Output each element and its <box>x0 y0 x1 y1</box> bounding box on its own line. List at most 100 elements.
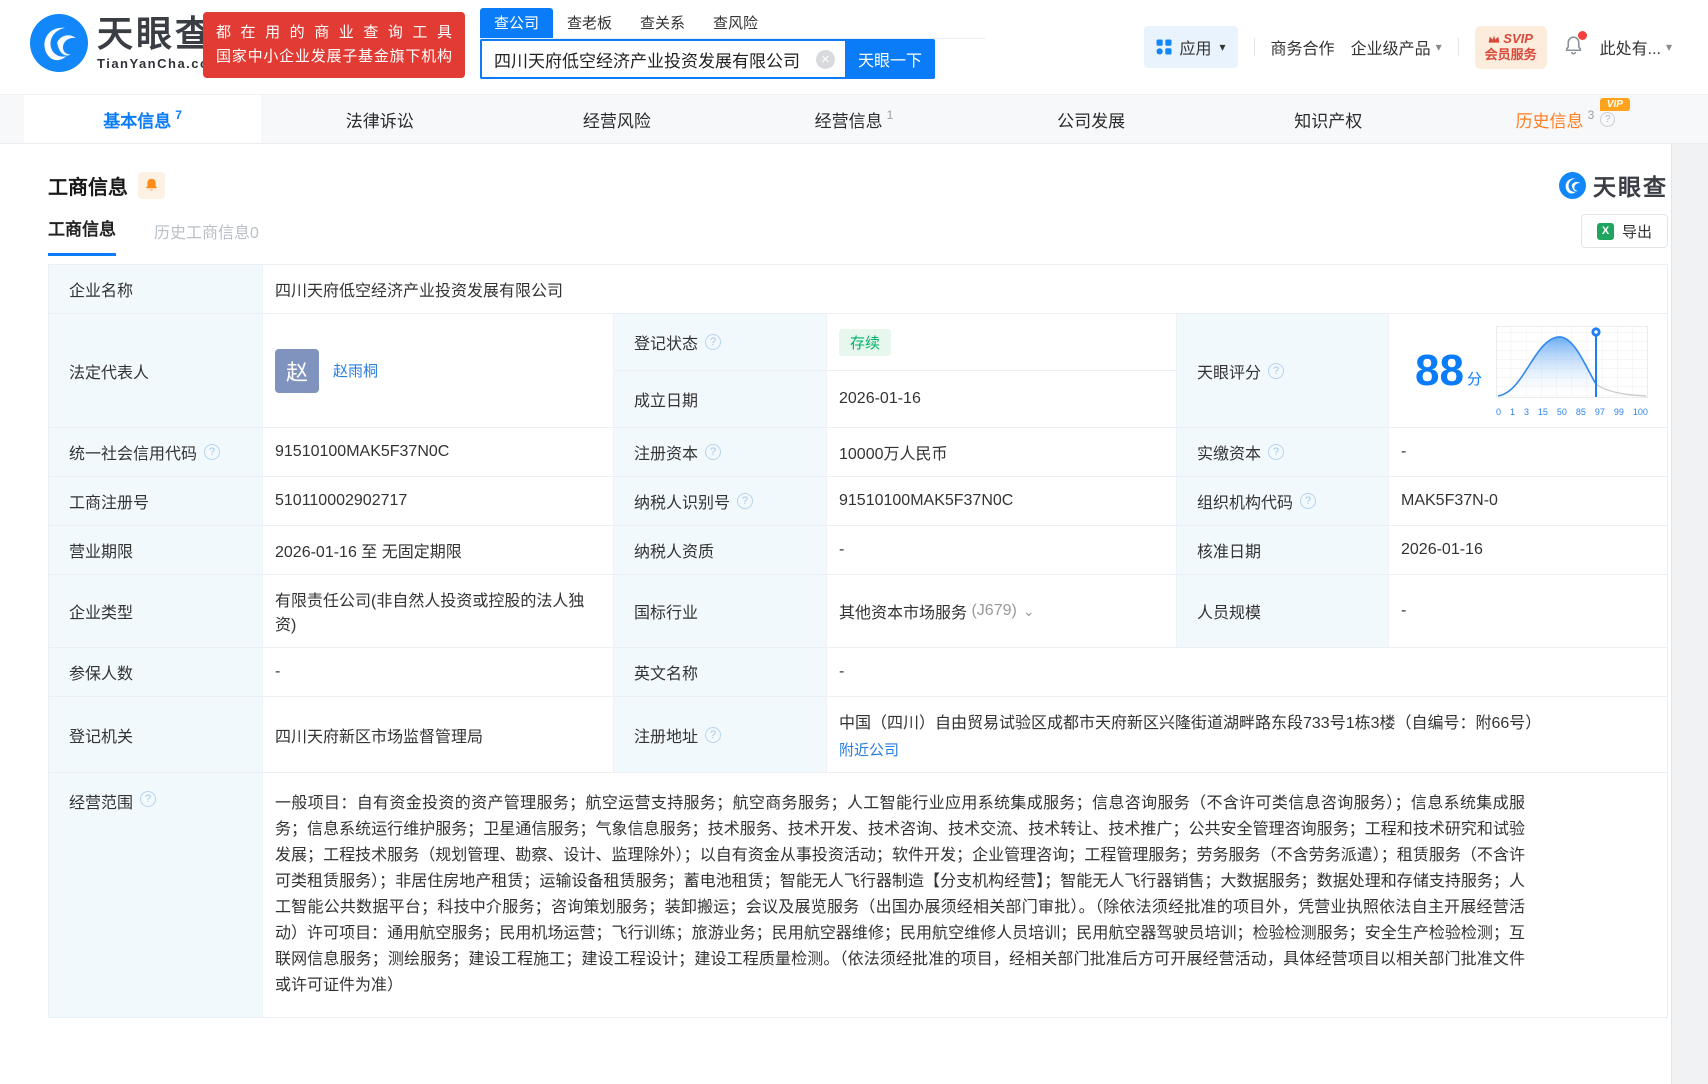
reg-number-value: 510110002902717 <box>263 477 614 525</box>
search-tab-relation[interactable]: 查关系 <box>626 8 699 38</box>
table-row-company-name: 企业名称 四川天府低空经济产业投资发展有限公司 <box>49 265 1667 314</box>
uscc-label: 统一社会信用代码 ? <box>49 428 263 476</box>
search-area: 查公司 查老板 查关系 查风险 ✕ 天眼一下 <box>480 8 985 79</box>
subtab-business-info[interactable]: 工商信息 <box>48 215 116 256</box>
org-code-label: 组织机构代码 ? <box>1177 477 1389 525</box>
export-button[interactable]: X 导出 <box>1580 214 1668 248</box>
paid-capital-label: 实缴资本 ? <box>1177 428 1389 476</box>
est-date-label: 成立日期 <box>614 371 827 427</box>
subtab-history-business-info[interactable]: 历史工商信息0 <box>154 219 259 256</box>
tab-operating-risk[interactable]: 经营风险 <box>498 95 735 143</box>
insured-label: 参保人数 <box>49 648 263 696</box>
legal-rep-name-link[interactable]: 赵雨桐 <box>333 360 378 381</box>
reg-capital-help-icon[interactable]: ? <box>705 444 722 460</box>
top-header: 天眼查 TianYanCha.com 都在用的商业查询工具 国家中小企业发展子基… <box>0 0 1708 94</box>
apps-menu[interactable]: 应用 ▾ <box>1143 26 1238 69</box>
search-tabs: 查公司 查老板 查关系 查风险 <box>480 8 985 39</box>
company-type-label: 企业类型 <box>49 575 263 647</box>
tyc-score-label: 天眼评分 ? <box>1177 314 1389 427</box>
table-row-uscc: 统一社会信用代码 ? 91510100MAK5F37N0C 注册资本 ? 100… <box>49 428 1667 477</box>
table-row-insured: 参保人数 - 英文名称 - <box>49 648 1667 697</box>
paid-capital-value: - <box>1389 428 1667 476</box>
reg-capital-value: 10000万人民币 <box>827 428 1177 476</box>
taxpayer-quality-label: 纳税人资质 <box>614 526 827 574</box>
org-code-value: MAK5F37N-0 <box>1389 477 1667 525</box>
user-account-menu[interactable]: 此处有... ▾ <box>1600 35 1672 59</box>
tab-company-development[interactable]: 公司发展 <box>973 95 1210 143</box>
divider <box>1457 38 1459 57</box>
table-row-legal-rep: 法定代表人 赵 赵雨桐 登记状态 ? 存续 成立日期 2026-01-16 天眼… <box>49 314 1667 428</box>
est-date-value: 2026-01-16 <box>827 371 1176 427</box>
paid-capital-help-icon[interactable]: ? <box>1268 444 1285 460</box>
notifications-bell[interactable] <box>1563 30 1587 61</box>
apps-caret-icon: ▾ <box>1219 40 1226 55</box>
taxpayer-id-label: 纳税人识别号 ? <box>614 477 827 525</box>
business-scope-help-icon[interactable]: ? <box>140 791 157 807</box>
search-input[interactable] <box>494 49 816 69</box>
clear-search-icon[interactable]: ✕ <box>816 49 835 69</box>
taxpayer-id-help-icon[interactable]: ? <box>737 493 754 509</box>
subscribe-bell-button[interactable] <box>138 171 165 199</box>
status-badge: 存续 <box>839 328 892 356</box>
table-row-reg-authority: 登记机关 四川天府新区市场监督管理局 注册地址 ? 中国（四川）自由贸易试验区成… <box>49 697 1667 773</box>
history-help-icon[interactable]: ? <box>1600 111 1616 127</box>
search-tab-boss[interactable]: 查老板 <box>553 8 626 38</box>
reg-address-label: 注册地址 ? <box>614 697 827 772</box>
top-right-nav: 应用 ▾ 商务合作 企业级产品 ▾ SVIP 会员服务 此处有... ▾ <box>1143 26 1672 69</box>
taxpayer-quality-value: - <box>827 526 1177 574</box>
search-button[interactable]: 天眼一下 <box>845 39 935 79</box>
tianyancha-logo[interactable]: 天眼查 TianYanCha.com <box>30 14 223 72</box>
slogan-line-1: 都在用的商业查询工具 <box>216 24 452 41</box>
bell-curve-chart <box>1495 326 1648 398</box>
legal-rep-value: 赵 赵雨桐 <box>263 314 614 427</box>
divider <box>1253 38 1255 57</box>
industry-value: 其他资本市场服务 (J679) ⌄ <box>827 575 1177 647</box>
approval-date-label: 核准日期 <box>1177 526 1389 574</box>
tab-legal-proceedings[interactable]: 法律诉讼 <box>261 95 498 143</box>
insured-value: - <box>263 648 614 696</box>
legal-rep-avatar[interactable]: 赵 <box>275 348 319 393</box>
watermark-swirl-icon <box>1559 171 1586 199</box>
reg-address-help-icon[interactable]: ? <box>705 726 722 743</box>
user-caret-icon: ▾ <box>1665 40 1672 55</box>
company-name-label: 企业名称 <box>49 265 263 313</box>
tianyancha-watermark: 天眼查 <box>1559 168 1668 202</box>
notification-dot <box>1577 30 1587 40</box>
uscc-help-icon[interactable]: ? <box>204 444 221 460</box>
table-row-reg-number: 工商注册号 510110002902717 纳税人识别号 ? 91510100M… <box>49 477 1667 526</box>
reg-address-text: 中国（四川）自由贸易试验区成都市天府新区兴隆街道湖畔路东段733号1栋3楼（自编… <box>839 715 1542 732</box>
tab-basic-info[interactable]: 基本信息 7 <box>24 95 262 143</box>
legal-rep-label: 法定代表人 <box>49 314 263 427</box>
svip-member-service[interactable]: SVIP 会员服务 <box>1474 26 1547 69</box>
reg-status-help-icon[interactable]: ? <box>705 334 722 350</box>
biz-term-label: 营业期限 <box>49 526 263 574</box>
nearby-companies-link[interactable]: 附近公司 <box>839 739 899 760</box>
search-box: ✕ <box>480 39 845 79</box>
nav-cooperation[interactable]: 商务合作 <box>1271 35 1335 59</box>
reg-status-label: 登记状态 ? <box>614 314 827 370</box>
org-code-help-icon[interactable]: ? <box>1300 493 1317 509</box>
table-row-business-scope: 经营范围 ? 一般项目：自有资金投资的资产管理服务；航空运营支持服务；航空商务服… <box>49 773 1667 1018</box>
reg-capital-label: 注册资本 ? <box>614 428 827 476</box>
tab-intellectual-property[interactable]: 知识产权 <box>1210 95 1447 143</box>
reg-status-value: 存续 <box>827 314 1176 370</box>
tab-operating-info[interactable]: 经营信息 1 <box>735 95 972 143</box>
company-section-tabs: 基本信息 7 法律诉讼 经营风险 经营信息 1 公司发展 知识产权 VIP 历史… <box>0 94 1708 144</box>
industry-chevron-down-icon[interactable]: ⌄ <box>1023 603 1035 620</box>
search-tab-company[interactable]: 查公司 <box>480 8 554 38</box>
tab-history-info[interactable]: VIP 历史信息 3 ? <box>1447 95 1684 143</box>
tyc-score-value[interactable]: 88 分 0 1 3 15 50 85 97 99 100 <box>1389 314 1667 427</box>
uscc-value: 91510100MAK5F37N0C <box>263 428 614 476</box>
section-title: 工商信息 <box>48 176 128 199</box>
enterprise-caret-icon: ▾ <box>1435 40 1442 55</box>
excel-icon: X <box>1596 222 1614 240</box>
taxpayer-id-value: 91510100MAK5F37N0C <box>827 477 1177 525</box>
table-row-biz-term: 营业期限 2026-01-16 至 无固定期限 纳税人资质 - 核准日期 202… <box>49 526 1667 575</box>
search-tab-risk[interactable]: 查风险 <box>699 8 772 38</box>
staff-size-label: 人员规模 <box>1177 575 1389 647</box>
apps-label: 应用 <box>1179 41 1212 59</box>
nav-enterprise-products[interactable]: 企业级产品 ▾ <box>1351 35 1442 59</box>
crown-icon <box>1488 35 1500 43</box>
reg-authority-value: 四川天府新区市场监督管理局 <box>263 697 614 772</box>
tyc-score-help-icon[interactable]: ? <box>1268 362 1285 379</box>
